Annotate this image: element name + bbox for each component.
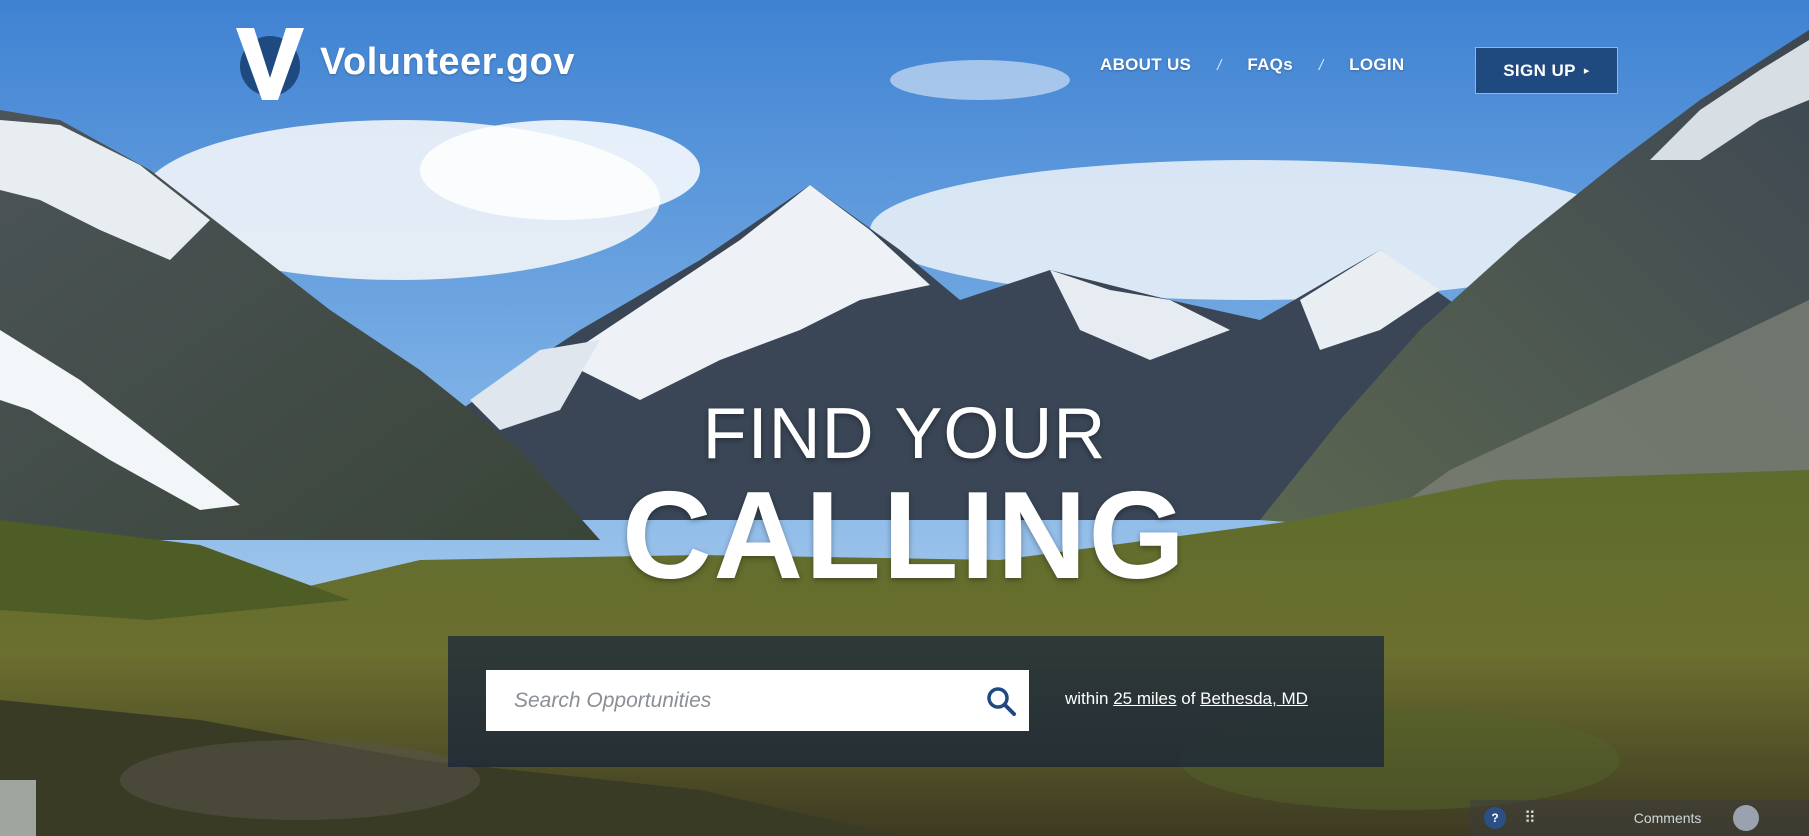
corner-overlay xyxy=(0,780,36,836)
top-nav: ABOUT US / FAQs / LOGIN xyxy=(1100,55,1404,75)
of-label: of xyxy=(1181,689,1196,708)
feedback-toolbar: ? ⠿ Comments xyxy=(1470,800,1809,836)
sign-up-label: SIGN UP xyxy=(1503,60,1576,80)
search-input[interactable] xyxy=(486,669,973,732)
location-link[interactable]: Bethesda, MD xyxy=(1200,689,1308,708)
logo-v-icon xyxy=(236,28,304,100)
help-icon[interactable]: ? xyxy=(1484,807,1506,829)
distance-link[interactable]: 25 miles xyxy=(1113,689,1176,708)
search-panel: within 25 miles of Bethesda, MD xyxy=(448,636,1384,767)
hero-headline-line2: CALLING xyxy=(621,467,1188,605)
nav-login[interactable]: LOGIN xyxy=(1349,55,1404,75)
grid-icon[interactable]: ⠿ xyxy=(1524,808,1536,828)
search-button[interactable] xyxy=(973,670,1029,731)
hero-headline-line1: FIND YOUR xyxy=(702,394,1107,474)
nav-separator: / xyxy=(1318,56,1324,74)
search-radius-text: within 25 miles of Bethesda, MD xyxy=(1065,689,1308,709)
sign-up-button[interactable]: SIGN UP ▸ xyxy=(1475,47,1618,94)
nav-faqs[interactable]: FAQs xyxy=(1247,55,1293,75)
nav-about-us[interactable]: ABOUT US xyxy=(1100,55,1191,75)
arrow-right-icon: ▸ xyxy=(1583,65,1590,77)
search-icon xyxy=(987,686,1016,716)
avatar-icon[interactable] xyxy=(1733,805,1760,831)
search-box xyxy=(486,669,1029,732)
site-logo[interactable]: Volunteer.gov xyxy=(234,24,575,100)
comments-button[interactable]: Comments xyxy=(1634,810,1702,826)
brand-name: Volunteer.gov xyxy=(320,40,575,83)
within-label: within xyxy=(1065,689,1109,708)
nav-separator: / xyxy=(1217,56,1222,74)
